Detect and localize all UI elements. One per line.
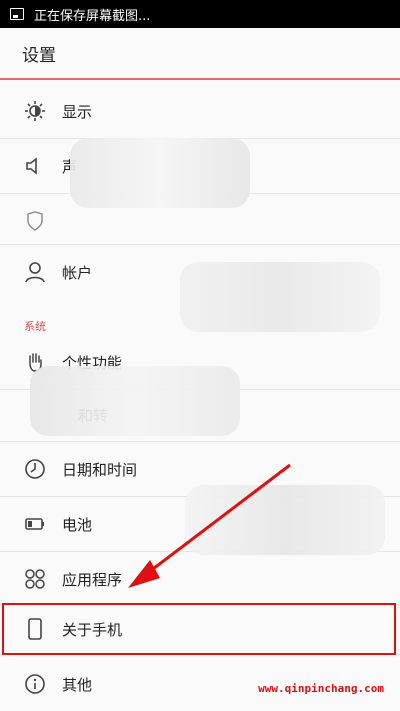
shield-icon: [24, 210, 46, 232]
settings-item-label: 显示: [62, 102, 93, 121]
app-bar: 设置: [0, 28, 400, 78]
settings-item-apps[interactable]: 应用程序: [0, 552, 400, 606]
settings-item-label: 其他: [62, 675, 93, 694]
battery-icon: [24, 513, 46, 535]
info-icon: [24, 673, 46, 695]
brightness-icon: [24, 100, 46, 122]
person-icon: [24, 261, 46, 283]
settings-item-label: 帐户: [62, 263, 93, 282]
status-bar: 正在保存屏幕截图...: [0, 0, 400, 28]
page-title: 设置: [22, 45, 56, 66]
settings-item-display[interactable]: 显示: [0, 84, 400, 138]
watermark-text: www.qinpinchang.com: [258, 682, 384, 695]
settings-item-label: 日期和时间: [62, 460, 138, 479]
settings-item-label: 应用程序: [62, 570, 123, 589]
clock-icon: [24, 458, 46, 480]
settings-item-label: 电池: [62, 515, 93, 534]
status-text: 正在保存屏幕截图...: [34, 8, 151, 24]
apps-icon: [24, 568, 46, 590]
volume-icon: [24, 155, 46, 177]
blur-patch: [185, 485, 385, 555]
highlight-box: [2, 603, 396, 655]
blur-patch: [30, 366, 240, 436]
blur-patch: [70, 138, 250, 208]
blur-patch: [180, 262, 380, 332]
app-bar-divider: [0, 78, 400, 80]
section-header-system: 系统: [24, 320, 46, 333]
screenshot-icon: [10, 8, 24, 20]
